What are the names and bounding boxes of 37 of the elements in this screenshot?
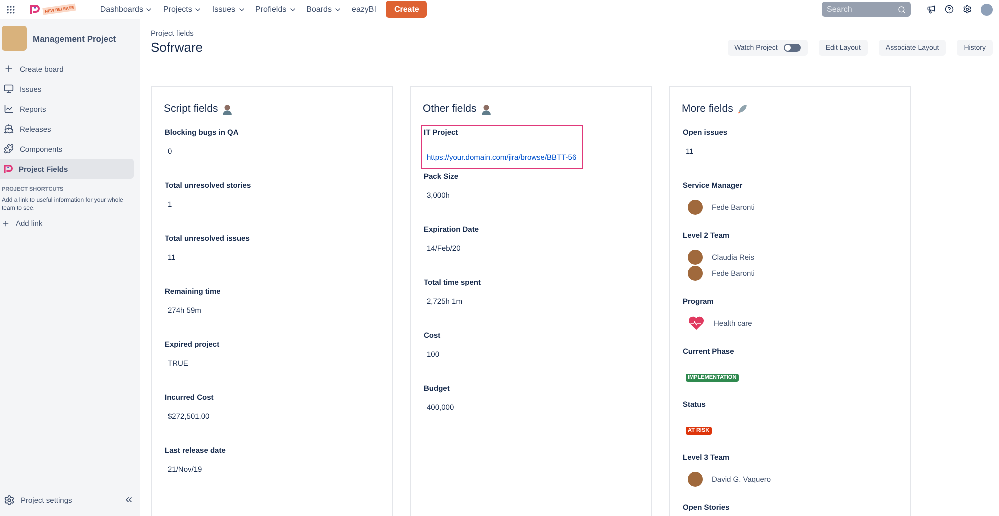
collapse-icon[interactable] bbox=[124, 495, 134, 505]
ship-icon bbox=[4, 124, 14, 134]
card-title: More fields bbox=[682, 103, 734, 115]
heart-icon bbox=[688, 316, 705, 331]
puzzle-icon bbox=[4, 144, 14, 154]
card-title: Script fields bbox=[164, 103, 218, 115]
megaphone-icon[interactable] bbox=[927, 5, 936, 14]
create-button[interactable]: Create bbox=[386, 1, 428, 18]
avatar[interactable] bbox=[981, 4, 993, 16]
card-title: Other fields bbox=[423, 103, 477, 115]
person-icon bbox=[222, 104, 234, 114]
avatar bbox=[688, 472, 703, 487]
plus-icon bbox=[4, 64, 14, 74]
settings-icon[interactable] bbox=[963, 5, 972, 14]
nav-menu[interactable]: Profields bbox=[256, 5, 297, 14]
avatar bbox=[688, 266, 703, 281]
avatar bbox=[688, 250, 703, 265]
watch-toggle[interactable] bbox=[784, 44, 801, 52]
app-switcher-icon[interactable] bbox=[6, 4, 16, 14]
page-title: Sofrware bbox=[151, 40, 204, 55]
project-avatar bbox=[2, 26, 27, 51]
search-icon bbox=[898, 6, 906, 14]
project-name: Management Project bbox=[33, 34, 116, 44]
monitor-icon bbox=[4, 84, 14, 94]
settings-icon bbox=[4, 494, 15, 506]
avatar bbox=[688, 200, 703, 215]
logo-icon bbox=[4, 164, 13, 174]
nav-menu[interactable]: Boards bbox=[306, 5, 342, 14]
nav-menu[interactable]: eazyBI bbox=[352, 5, 376, 14]
person-icon bbox=[480, 104, 492, 114]
help-icon[interactable] bbox=[945, 5, 954, 14]
nav-menu[interactable]: Projects bbox=[163, 5, 202, 14]
chart-icon bbox=[4, 104, 14, 114]
nav-menu[interactable]: Issues bbox=[212, 5, 246, 14]
logo-icon bbox=[30, 4, 40, 14]
plus-icon bbox=[2, 220, 10, 228]
nav-menu[interactable]: Dashboards bbox=[100, 5, 154, 14]
